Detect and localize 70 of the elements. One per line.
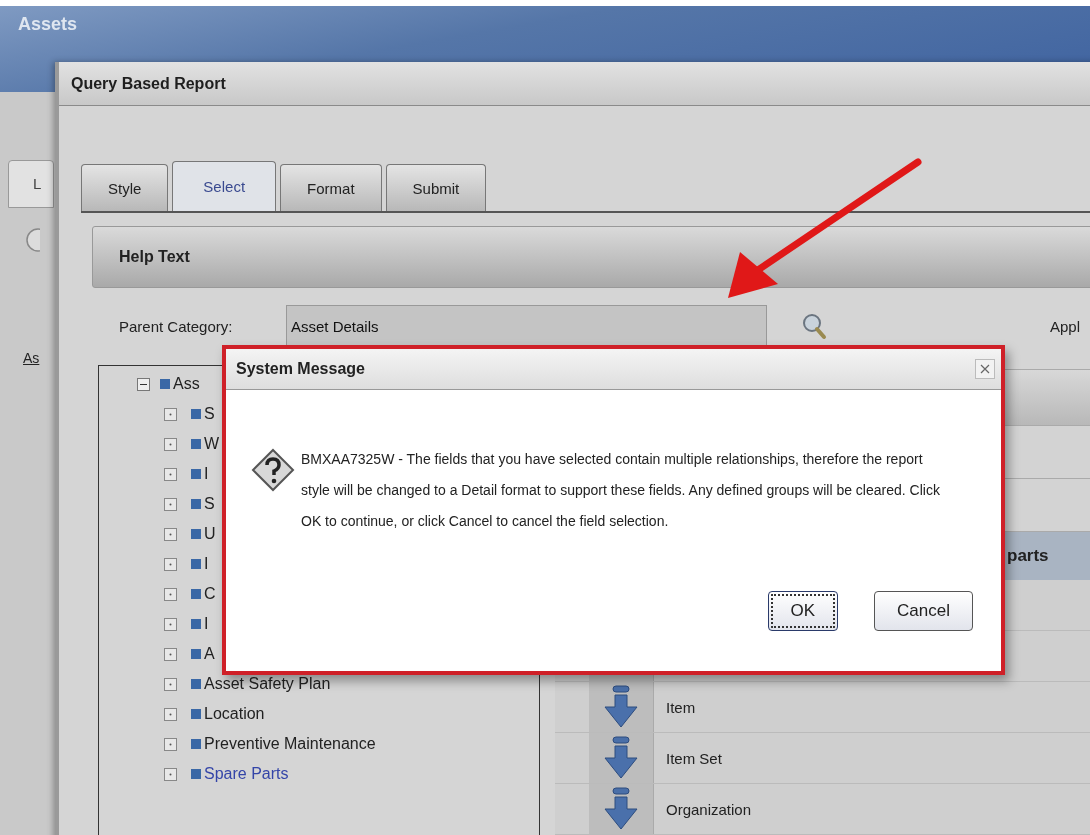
question-icon bbox=[251, 448, 295, 492]
tab[interactable]: Format bbox=[280, 164, 382, 211]
tree-item[interactable]: A bbox=[204, 645, 215, 663]
node-icon bbox=[191, 499, 201, 509]
tree-item[interactable]: Asset Safety Plan bbox=[204, 675, 331, 693]
field-label: Parent Category: bbox=[119, 318, 234, 335]
tree-item[interactable]: I bbox=[204, 465, 209, 483]
close-icon bbox=[980, 364, 990, 374]
tree-item[interactable]: Preventive Maintenance bbox=[204, 735, 376, 753]
node-icon bbox=[160, 379, 170, 389]
expand-icon[interactable] bbox=[164, 467, 177, 481]
expand-icon[interactable] bbox=[164, 557, 177, 571]
app-title: Assets bbox=[18, 14, 78, 34]
down-arrow-icon[interactable] bbox=[603, 685, 639, 729]
expand-icon[interactable] bbox=[164, 647, 177, 661]
node-icon bbox=[191, 709, 201, 719]
tab[interactable]: Submit bbox=[385, 164, 487, 211]
dialog-title: System Message bbox=[236, 360, 365, 378]
down-arrow-icon[interactable] bbox=[603, 736, 639, 780]
node-icon bbox=[191, 679, 201, 689]
down-arrow-icon[interactable] bbox=[603, 787, 639, 831]
tree-item[interactable]: I bbox=[204, 555, 209, 573]
tree-item[interactable]: S bbox=[204, 405, 215, 423]
node-icon bbox=[191, 559, 201, 569]
expand-icon[interactable] bbox=[164, 767, 177, 781]
search-icon[interactable] bbox=[802, 312, 828, 341]
expand-icon[interactable] bbox=[164, 737, 177, 751]
tree-item[interactable]: I bbox=[204, 615, 209, 633]
node-icon bbox=[191, 619, 201, 629]
background-tab[interactable]: L bbox=[8, 160, 54, 208]
node-icon bbox=[191, 409, 201, 419]
dialog-message: BMXAA7325W - The fields that you have selected contain multiple relationships, therefore the report style will be changed to a Detail format to support these fields. Any defined groups will be cleared. Click OK to continue, or click Cancel to cancel the field selection. bbox=[301, 450, 941, 531]
help-text-bar[interactable]: Help Text bbox=[92, 226, 1090, 288]
tree-item[interactable]: U bbox=[204, 525, 216, 543]
expand-icon[interactable] bbox=[164, 707, 177, 721]
tree-item[interactable]: C bbox=[204, 585, 216, 603]
node-icon bbox=[191, 529, 201, 539]
collapse-icon[interactable] bbox=[137, 377, 150, 391]
tree-item[interactable]: W bbox=[204, 435, 220, 453]
field-name[interactable]: Item Set bbox=[666, 749, 722, 767]
tab[interactable]: Style bbox=[81, 164, 169, 211]
expand-icon[interactable] bbox=[164, 617, 177, 631]
cancel-button[interactable]: Cancel bbox=[874, 591, 973, 631]
node-icon bbox=[191, 649, 201, 659]
tree-item[interactable]: Location bbox=[204, 705, 265, 723]
list-header-title: parts bbox=[1007, 546, 1049, 566]
node-icon bbox=[191, 769, 201, 779]
node-icon bbox=[191, 469, 201, 479]
tree-item[interactable]: Spare Parts bbox=[204, 765, 289, 783]
expand-icon[interactable] bbox=[164, 677, 177, 691]
expand-icon[interactable] bbox=[164, 587, 177, 601]
node-icon bbox=[191, 589, 201, 599]
expand-icon[interactable] bbox=[164, 437, 177, 451]
node-icon bbox=[191, 439, 201, 449]
window-title: Query Based Report bbox=[71, 74, 226, 93]
tree-item[interactable]: Ass bbox=[173, 375, 200, 393]
background-link[interactable]: As bbox=[23, 350, 40, 366]
ok-button[interactable]: OK bbox=[767, 591, 839, 631]
field-name[interactable]: Item bbox=[666, 698, 696, 716]
section-title: Help Text bbox=[119, 248, 190, 266]
tab[interactable]: Select bbox=[172, 161, 277, 211]
expand-icon[interactable] bbox=[164, 407, 177, 421]
parent-category-field[interactable]: Asset Details bbox=[286, 305, 767, 348]
expand-icon[interactable] bbox=[164, 497, 177, 511]
expand-icon[interactable] bbox=[164, 527, 177, 541]
node-icon bbox=[191, 739, 201, 749]
tree-item[interactable]: S bbox=[204, 495, 215, 513]
close-button[interactable] bbox=[975, 359, 995, 379]
field-name[interactable]: Organization bbox=[666, 800, 752, 818]
field-label: Appl bbox=[1050, 318, 1081, 335]
